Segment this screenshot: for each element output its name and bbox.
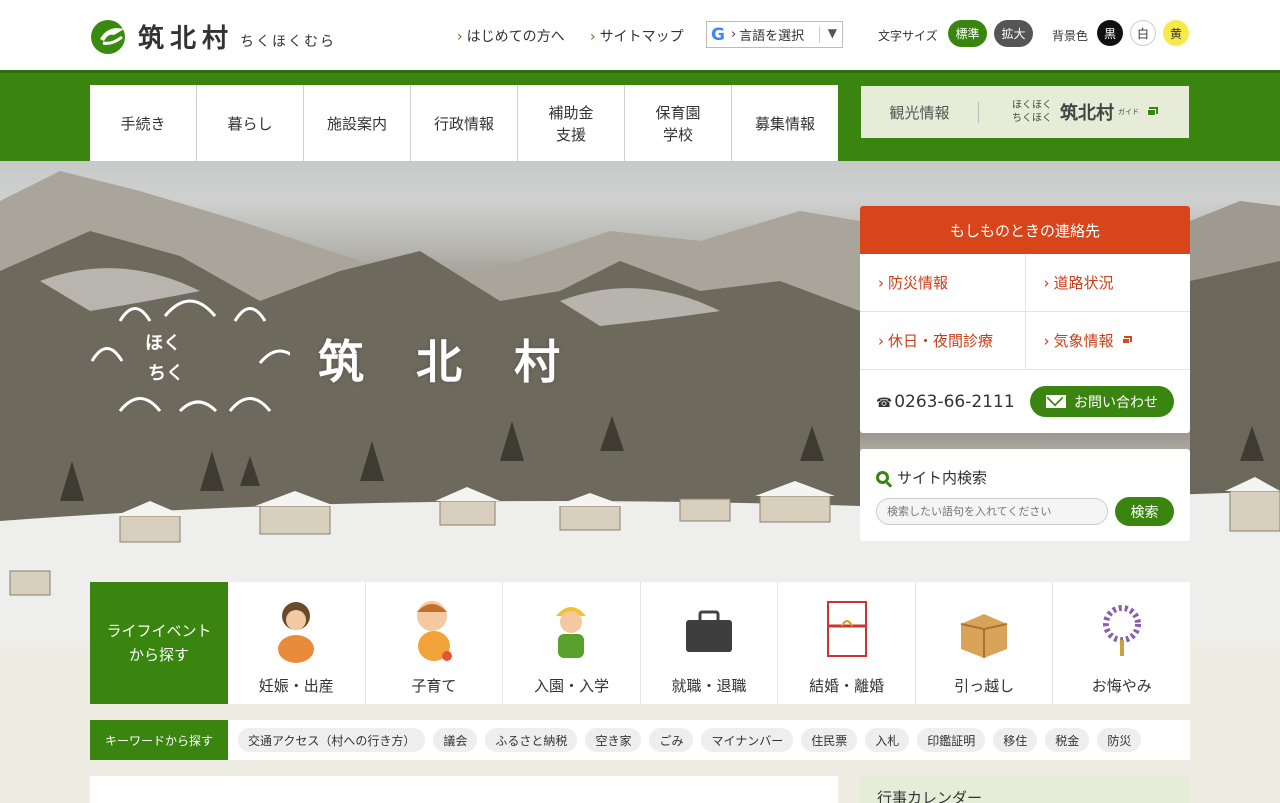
search-input[interactable] xyxy=(876,498,1108,525)
wedding-envelope-icon xyxy=(826,601,867,657)
life-event-moving[interactable]: 引っ越し xyxy=(916,582,1054,704)
keyword-tag[interactable]: マイナンバー xyxy=(701,728,794,752)
guide-link[interactable]: ほくほく ちくほく 筑北村 ガイド xyxy=(979,99,1189,125)
mail-icon xyxy=(1046,395,1066,408)
hero-title: 筑北村 xyxy=(318,335,612,389)
nav-item-schools[interactable]: 保育園 学校 xyxy=(625,85,732,162)
link-sitemap[interactable]: › サイトマップ xyxy=(590,26,684,46)
life-events: ライフイベント から探す 妊娠・出産 子育て 入園・入学 就職・退職 結婚・離婚 … xyxy=(90,582,1190,704)
chevron-right-icon: › xyxy=(878,273,884,292)
keyword-tags: 交通アクセス（村への行き方） 議会 ふるさと納税 空き家 ごみ マイナンバー 住… xyxy=(238,728,1149,752)
baby-icon xyxy=(416,601,452,661)
news-card xyxy=(90,776,838,803)
logo-name: 筑北村 xyxy=(138,24,235,54)
site-logo[interactable]: 筑北村 ちくほくむら xyxy=(90,18,336,55)
emergency-title: もしものときの連絡先 xyxy=(860,206,1190,254)
site-search-panel: サイト内検索 検索 xyxy=(860,449,1190,541)
external-link-icon xyxy=(1147,108,1156,116)
chevron-right-icon: › xyxy=(457,29,463,45)
keyword-tag[interactable]: 移住 xyxy=(993,728,1038,752)
keyword-tag[interactable]: ふるさと納税 xyxy=(485,728,578,752)
phone-number: ☎ 0263-66-2111 xyxy=(876,391,1015,412)
logo-kana: ちくほくむら xyxy=(240,33,337,50)
google-g-icon: G xyxy=(711,24,725,45)
bg-color-label: 背景色 xyxy=(1052,29,1089,43)
keyword-tag[interactable]: 税金 xyxy=(1045,728,1090,752)
keyword-tag[interactable]: 空き家 xyxy=(585,728,642,752)
keyword-heading: キーワードから探す xyxy=(90,720,228,760)
hero-kana-2: ちく xyxy=(148,363,184,384)
life-event-childcare[interactable]: 子育て xyxy=(366,582,504,704)
briefcase-icon xyxy=(686,610,733,652)
tourism-link[interactable]: 観光情報 xyxy=(861,101,979,123)
keyword-tag[interactable]: ごみ xyxy=(649,728,694,752)
chevron-right-icon: › xyxy=(878,331,884,350)
keyword-tag[interactable]: 住民票 xyxy=(801,728,858,752)
language-select[interactable]: G › 言語を選択 ▼ xyxy=(706,21,843,48)
external-link-icon xyxy=(1121,337,1130,344)
nav-item-recruitment[interactable]: 募集情報 xyxy=(732,85,838,162)
contact-button[interactable]: お問い合わせ xyxy=(1030,386,1174,417)
keyword-tag[interactable]: 交通アクセス（村への行き方） xyxy=(238,728,426,752)
life-event-marriage[interactable]: 結婚・離婚 xyxy=(778,582,916,704)
global-nav-band: 手続き 暮らし 施設案内 行政情報 補助金 支援 保育園 学校 募集情報 観光情報 … xyxy=(0,70,1280,162)
hero-kana-1: ほく xyxy=(145,333,181,354)
chevron-right-icon: › xyxy=(590,29,596,45)
link-first-visit[interactable]: › はじめての方へ xyxy=(457,26,565,46)
keyword-search: キーワードから探す 交通アクセス（村への行き方） 議会 ふるさと納税 空き家 ご… xyxy=(90,720,1190,760)
life-event-school-entry[interactable]: 入園・入学 xyxy=(503,582,641,704)
keyword-tag[interactable]: 入札 xyxy=(865,728,910,752)
nav-item-procedures[interactable]: 手続き xyxy=(90,85,197,162)
life-events-heading: ライフイベント から探す xyxy=(90,582,228,704)
search-title: サイト内検索 xyxy=(897,469,988,487)
site-header: 筑北村 ちくほくむら › はじめての方へ › サイトマップ G › 言語を選択 ▼ … xyxy=(0,0,1280,70)
nav-item-subsidies[interactable]: 補助金 支援 xyxy=(518,85,625,162)
keyword-tag[interactable]: 印鑑証明 xyxy=(917,728,986,752)
font-size-label: 文字サイズ xyxy=(878,29,938,43)
moving-box-icon xyxy=(960,614,1008,658)
emergency-link-roads[interactable]: › 道路状況 xyxy=(1026,254,1191,311)
emergency-link-disaster[interactable]: › 防災情報 xyxy=(860,254,1026,311)
chevron-right-icon: › xyxy=(1043,273,1050,292)
chevron-right-icon: › xyxy=(730,27,737,42)
bg-white-button[interactable]: 白 xyxy=(1130,20,1156,46)
nav-item-administration[interactable]: 行政情報 xyxy=(411,85,518,162)
life-event-pregnancy[interactable]: 妊娠・出産 xyxy=(228,582,366,704)
keyword-tag[interactable]: 防災 xyxy=(1097,728,1142,752)
global-nav: 手続き 暮らし 施設案内 行政情報 補助金 支援 保育園 学校 募集情報 xyxy=(90,85,838,162)
pregnant-woman-icon xyxy=(278,602,315,663)
chevron-right-icon: › xyxy=(1043,331,1050,350)
prayer-beads-icon xyxy=(1102,605,1141,656)
font-size-standard-button[interactable]: 標準 xyxy=(948,20,987,47)
event-calendar[interactable]: 行事カレンダー xyxy=(860,775,1190,803)
village-emblem-icon xyxy=(90,19,130,55)
emergency-link-weather[interactable]: › 気象情報 xyxy=(1026,312,1191,369)
bg-yellow-button[interactable]: 黄 xyxy=(1163,20,1189,46)
dropdown-arrow-icon: ▼ xyxy=(827,26,837,40)
font-size-large-button[interactable]: 拡大 xyxy=(994,20,1033,47)
calendar-title: 行事カレンダー xyxy=(877,789,983,803)
life-event-condolence[interactable]: お悔やみ xyxy=(1053,582,1190,704)
search-button[interactable]: 検索 xyxy=(1115,497,1174,526)
bg-black-button[interactable]: 黒 xyxy=(1097,20,1123,46)
search-icon xyxy=(876,471,889,484)
schoolchild-icon xyxy=(556,607,587,658)
language-select-label: 言語を選択 xyxy=(739,29,805,44)
nav-item-facilities[interactable]: 施設案内 xyxy=(304,85,411,162)
phone-icon: ☎ xyxy=(876,395,893,411)
nav-item-living[interactable]: 暮らし xyxy=(197,85,304,162)
tourism-nav: 観光情報 ほくほく ちくほく 筑北村 ガイド xyxy=(861,86,1189,138)
life-event-employment[interactable]: 就職・退職 xyxy=(641,582,779,704)
emergency-link-night-clinic[interactable]: › 休日・夜間診療 xyxy=(860,312,1026,369)
emergency-contact-panel: もしものときの連絡先 › 防災情報 › 道路状況 › 休日・夜間診療 › 気象情報 ☎ 0… xyxy=(860,206,1190,433)
keyword-tag[interactable]: 議会 xyxy=(433,728,478,752)
